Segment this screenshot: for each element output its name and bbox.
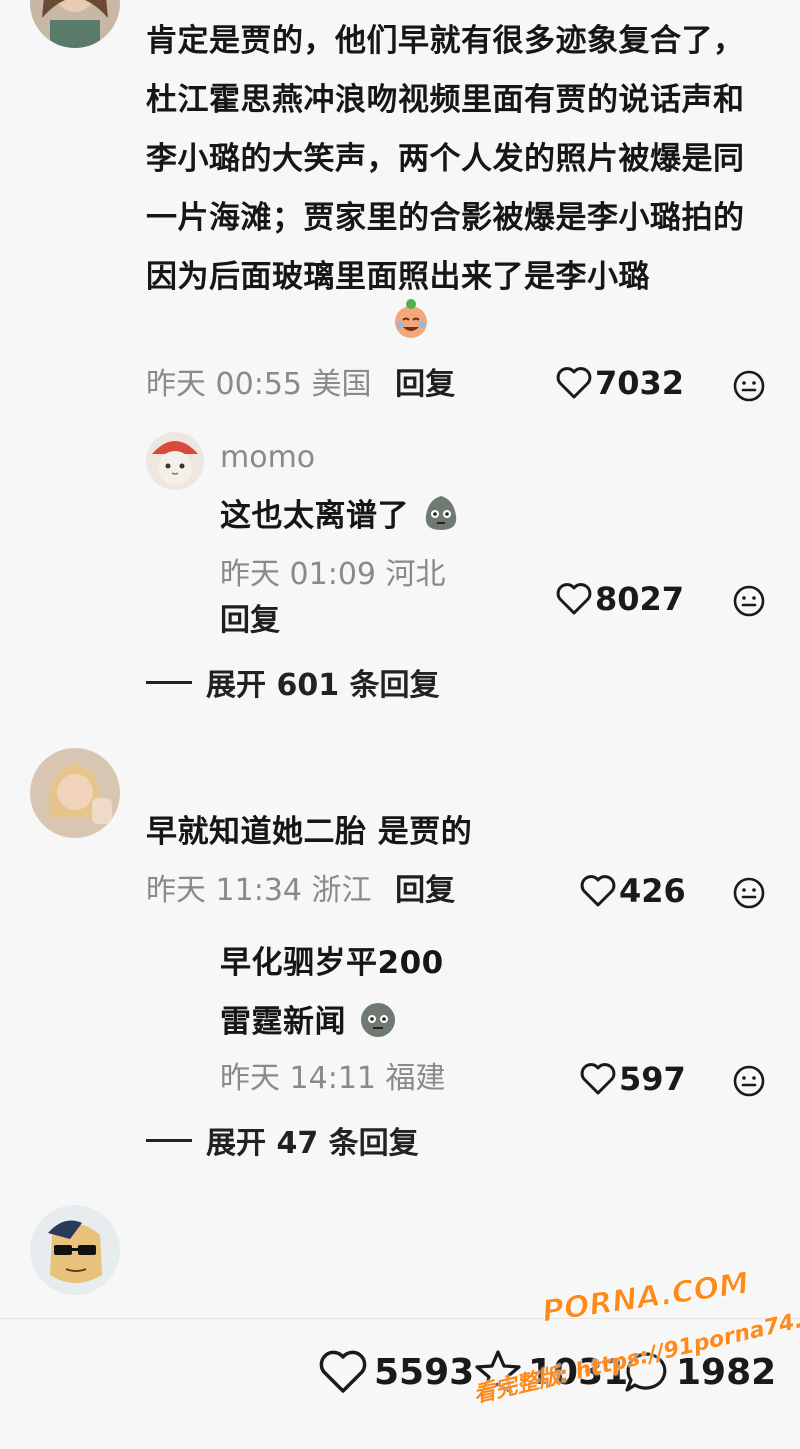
divider bbox=[146, 1138, 192, 1142]
expand-replies-button[interactable]: 展开 47 条回复 bbox=[146, 1118, 419, 1162]
comment-text: 肯定是贾的，他们早就有很多迹象复合了，杜江霍思燕冲浪吻视频里面有贾的说话声和李小… bbox=[146, 23, 745, 295]
post-like-count: 5593 bbox=[374, 1351, 475, 1393]
avatar[interactable] bbox=[30, 1205, 120, 1295]
crying-laugh-emoji-icon bbox=[390, 298, 432, 340]
reply-time: 昨天 01:09 bbox=[220, 557, 376, 592]
avatar[interactable] bbox=[30, 748, 120, 838]
reply-time: 昨天 14:11 bbox=[220, 1061, 376, 1096]
like-button[interactable]: 8027 bbox=[556, 580, 684, 618]
heart-icon bbox=[319, 1350, 367, 1393]
comment-location: 浙江 bbox=[311, 873, 372, 908]
reply-location: 河北 bbox=[385, 557, 446, 592]
reply-location: 福建 bbox=[385, 1061, 446, 1096]
emoji-reaction-icon[interactable] bbox=[732, 1064, 766, 1098]
reply-button[interactable]: 回复 bbox=[220, 601, 280, 641]
emoji-reaction-icon[interactable] bbox=[732, 584, 766, 618]
like-count: 7032 bbox=[595, 364, 685, 402]
comment-meta: 昨天 00:55 美国 回复 bbox=[146, 365, 455, 405]
avatar[interactable] bbox=[146, 432, 204, 490]
expand-replies-label: 展开 601 条回复 bbox=[206, 668, 440, 703]
avatar[interactable] bbox=[30, 0, 120, 48]
reply-meta: 昨天 14:11 福建 bbox=[220, 1059, 446, 1099]
reply-text: 早化驷岁平200 bbox=[220, 945, 444, 981]
divider bbox=[146, 680, 192, 684]
emoji-reaction-icon[interactable] bbox=[732, 369, 766, 403]
post-like-button[interactable]: 5593 bbox=[318, 1349, 474, 1395]
like-count: 8027 bbox=[595, 580, 685, 618]
reply-button[interactable]: 回复 bbox=[395, 873, 455, 908]
like-button[interactable]: 7032 bbox=[556, 364, 684, 402]
like-button[interactable]: 426 bbox=[580, 872, 686, 910]
reply-meta: 昨天 01:09 河北 bbox=[220, 555, 446, 595]
reply-username[interactable]: momo bbox=[220, 440, 315, 475]
reply-text-content: 这也太离谱了 bbox=[220, 498, 409, 534]
reply-text: 这也太离谱了 bbox=[220, 488, 462, 544]
comment-text: 早就知道她二胎 是贾的 bbox=[146, 814, 473, 850]
comment-time: 昨天 00:55 bbox=[146, 367, 302, 402]
comment-meta: 昨天 11:34 浙江 回复 bbox=[146, 871, 455, 911]
reply-button[interactable]: 回复 bbox=[395, 367, 455, 402]
expand-replies-label: 展开 47 条回复 bbox=[206, 1126, 419, 1161]
speechless-emoji-icon bbox=[357, 998, 399, 1040]
comment-time: 昨天 11:34 bbox=[146, 873, 302, 908]
reply-text-content: 雷霆新闻 bbox=[220, 1004, 346, 1040]
expand-replies-button[interactable]: 展开 601 条回复 bbox=[146, 660, 440, 704]
reply-text: 雷霆新闻 bbox=[220, 993, 399, 1052]
heart-icon bbox=[556, 367, 592, 399]
emoji-reaction-icon[interactable] bbox=[732, 876, 766, 910]
speechless-emoji-icon bbox=[420, 492, 462, 534]
like-count: 426 bbox=[619, 872, 686, 910]
like-count: 597 bbox=[619, 1060, 686, 1098]
heart-icon bbox=[580, 875, 616, 907]
like-button[interactable]: 597 bbox=[580, 1060, 686, 1098]
comment-location: 美国 bbox=[311, 367, 372, 402]
heart-icon bbox=[580, 1063, 616, 1095]
heart-icon bbox=[556, 583, 592, 615]
